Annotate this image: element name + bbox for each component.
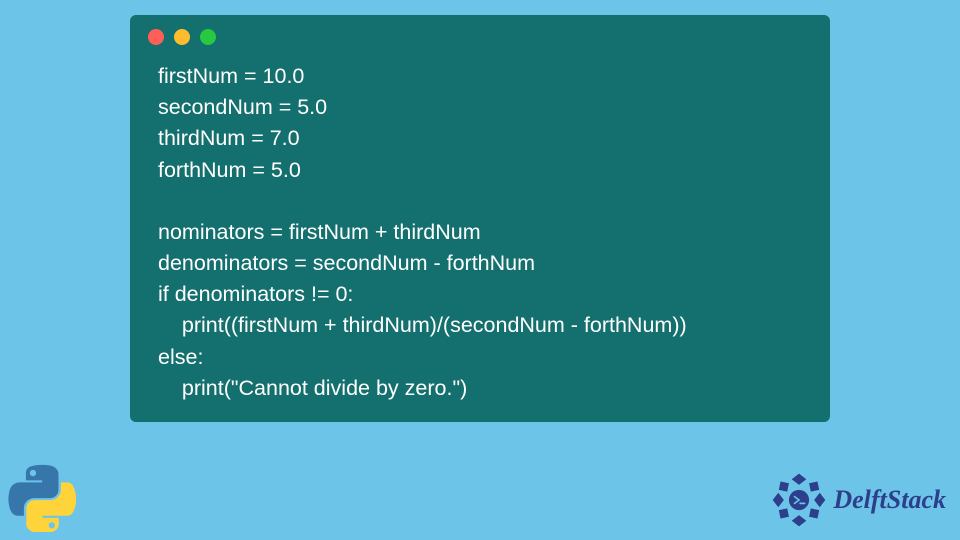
minimize-icon [174, 29, 190, 45]
code-line: thirdNum = 7.0 [158, 126, 300, 150]
code-line: if denominators != 0: [158, 282, 353, 306]
code-line: forthNum = 5.0 [158, 158, 301, 182]
close-icon [148, 29, 164, 45]
window-controls [130, 15, 830, 55]
maximize-icon [200, 29, 216, 45]
code-line: secondNum = 5.0 [158, 95, 327, 119]
code-block: firstNum = 10.0 secondNum = 5.0 thirdNum… [130, 55, 830, 404]
code-window: firstNum = 10.0 secondNum = 5.0 thirdNum… [130, 15, 830, 422]
delftstack-logo-icon [771, 472, 827, 528]
python-logo-icon [8, 464, 76, 532]
code-line: nominators = firstNum + thirdNum [158, 220, 481, 244]
code-line: else: [158, 345, 203, 369]
brand: DelftStack [771, 472, 946, 528]
code-line: print((firstNum + thirdNum)/(secondNum -… [158, 313, 687, 337]
brand-name: DelftStack [833, 485, 946, 515]
code-line: print("Cannot divide by zero.") [158, 376, 467, 400]
code-line: denominators = secondNum - forthNum [158, 251, 535, 275]
code-line: firstNum = 10.0 [158, 64, 304, 88]
